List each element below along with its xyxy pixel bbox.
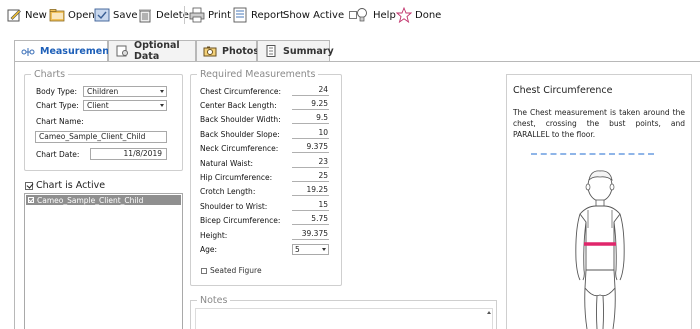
- info-title: Chest Circumference: [513, 85, 613, 96]
- seated-figure-toggle[interactable]: Seated Figure: [201, 266, 262, 275]
- crotch-length-field[interactable]: 19.25: [292, 185, 329, 196]
- tab-underline: [14, 61, 700, 62]
- save-icon: [94, 7, 110, 23]
- folder-open-icon: [49, 7, 65, 23]
- chart-type-label: Chart Type:: [36, 101, 79, 110]
- show-active-toggle[interactable]: Show Active: [283, 7, 358, 23]
- back-shoulder-width-field[interactable]: 9.5: [292, 113, 329, 124]
- camera-icon: [203, 45, 217, 57]
- info-description: The Chest measurement is taken around th…: [513, 108, 685, 139]
- measurement-label: Shoulder to Wrist:: [200, 202, 268, 211]
- body-type-select[interactable]: Children: [83, 86, 167, 97]
- report-button[interactable]: Report: [232, 7, 284, 23]
- charts-legend: Charts: [31, 69, 69, 80]
- hip-circumference-field[interactable]: 25: [292, 171, 329, 182]
- checkmark-icon: [28, 197, 34, 203]
- new-document-icon: [6, 7, 22, 23]
- measurement-label: Back Shoulder Slope:: [200, 130, 280, 139]
- trash-icon: [137, 7, 153, 23]
- required-measurements-legend: Required Measurements: [197, 69, 319, 80]
- scroll-up-icon[interactable]: [487, 311, 491, 314]
- shoulder-to-wrist-field[interactable]: 15: [292, 200, 329, 211]
- notes-legend: Notes: [197, 295, 231, 306]
- done-button[interactable]: Done: [395, 6, 442, 24]
- help-button[interactable]: Help: [354, 7, 396, 23]
- measurement-label: Back Shoulder Width:: [200, 115, 281, 124]
- center-back-length-field[interactable]: 9.25: [292, 99, 329, 110]
- measurement-label: Center Back Length:: [200, 101, 277, 110]
- optional-data-icon: [115, 45, 129, 57]
- natural-waist-field[interactable]: 23: [292, 157, 329, 168]
- measurement-label: Neck Circumference:: [200, 144, 279, 153]
- neck-circumference-field[interactable]: 9.375: [292, 142, 329, 153]
- tab-label: Summary: [283, 45, 334, 57]
- chart-active-toggle[interactable]: Chart is Active: [25, 180, 105, 191]
- chevron-down-icon: [322, 248, 326, 251]
- tab-summary[interactable]: Summary: [257, 40, 334, 61]
- chart-name-value: Cameo_Sample_Client_Child: [39, 132, 146, 141]
- dashed-divider: [531, 153, 654, 155]
- measurement-label: Height:: [200, 231, 228, 240]
- tab-photos[interactable]: Photos: [196, 40, 259, 61]
- notes-textarea[interactable]: [195, 308, 493, 329]
- toolbar-divider: [184, 6, 185, 24]
- help-label: Help: [373, 9, 396, 21]
- bicep-circumference-field[interactable]: 5.75: [292, 214, 329, 225]
- chart-date-value: 11/8/2019: [123, 149, 162, 158]
- report-label: Report: [251, 9, 285, 21]
- save-label: Save: [113, 9, 138, 21]
- new-button[interactable]: New: [6, 7, 47, 23]
- print-label: Print: [208, 9, 232, 21]
- print-button[interactable]: Print: [189, 7, 231, 23]
- show-active-label: Show Active: [283, 9, 345, 21]
- chevron-down-icon: [160, 90, 164, 93]
- seated-figure-checkbox[interactable]: [201, 267, 207, 274]
- chart-date-field[interactable]: 11/8/2019: [90, 148, 167, 160]
- measurement-label: Bicep Circumference:: [200, 216, 281, 225]
- list-item-label: Cameo_Sample_Client_Child: [37, 195, 144, 205]
- tab-label: Photos: [222, 45, 259, 57]
- age-select[interactable]: 5: [292, 244, 329, 255]
- chart-name-field[interactable]: Cameo_Sample_Client_Child: [35, 131, 167, 143]
- measurement-label: Hip Circumference:: [200, 173, 273, 182]
- save-button[interactable]: Save: [94, 7, 138, 23]
- chart-name-label: Chart Name:: [36, 117, 84, 126]
- chart-list[interactable]: Cameo_Sample_Client_Child: [24, 193, 183, 329]
- done-label: Done: [415, 9, 442, 21]
- chart-date-label: Chart Date:: [36, 150, 80, 159]
- body-type-value: Children: [87, 87, 119, 96]
- new-label: New: [25, 9, 47, 21]
- chart-active-checkbox[interactable]: [25, 181, 33, 190]
- chart-type-value: Client: [87, 101, 109, 110]
- chevron-down-icon: [160, 104, 164, 107]
- delete-button[interactable]: Delete: [137, 7, 189, 23]
- tab-optional-data[interactable]: Optional Data: [108, 40, 196, 62]
- list-item[interactable]: Cameo_Sample_Client_Child: [26, 195, 181, 205]
- height-field[interactable]: 39.375: [292, 229, 329, 240]
- age-label: Age:: [200, 245, 218, 254]
- age-value: 5: [295, 245, 300, 254]
- measurement-label: Chest Circumference:: [200, 87, 282, 96]
- open-button[interactable]: Open: [49, 7, 95, 23]
- child-figure-illustration: [565, 170, 635, 329]
- lightbulb-icon: [354, 7, 370, 23]
- content-border: [14, 61, 15, 329]
- measurement-label: Natural Waist:: [200, 159, 254, 168]
- back-shoulder-slope-field[interactable]: 10: [292, 128, 329, 139]
- open-label: Open: [68, 9, 95, 21]
- toolbar: New Open Save Delete Print Report Show A…: [0, 0, 700, 30]
- measurement-label: Crotch Length:: [200, 187, 256, 196]
- chest-circumference-field[interactable]: 24: [292, 85, 329, 96]
- report-icon: [232, 7, 248, 23]
- chart-active-label: Chart is Active: [36, 180, 106, 191]
- tab-measurements[interactable]: Measurements: [14, 40, 119, 62]
- tab-label: Optional Data: [134, 40, 180, 62]
- printer-icon: [189, 7, 205, 23]
- summary-icon: [264, 45, 278, 57]
- chart-type-select[interactable]: Client: [83, 100, 167, 111]
- star-icon: [395, 6, 413, 24]
- seated-figure-label: Seated Figure: [210, 266, 262, 275]
- body-type-label: Body Type:: [36, 87, 78, 96]
- measurements-icon: [21, 46, 35, 58]
